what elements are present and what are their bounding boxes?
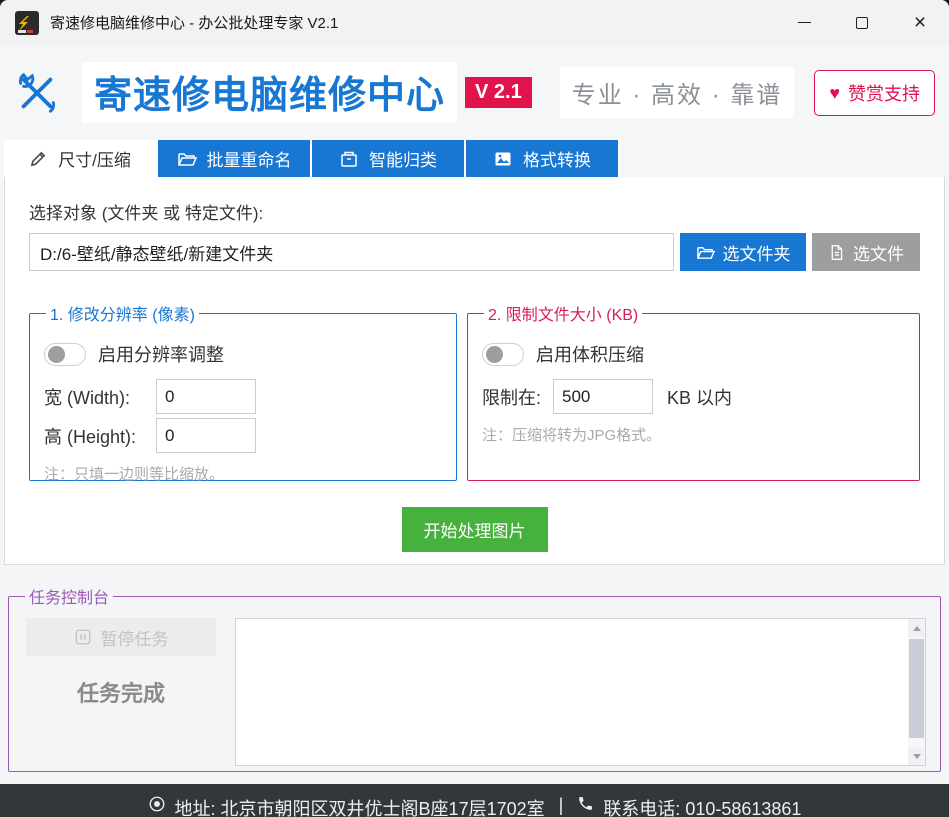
tab-bar: 尺寸/压缩 批量重命名 智能归类 格式转换: [0, 140, 949, 177]
maximize-icon: [856, 17, 868, 29]
folder-open-icon: [177, 149, 197, 169]
slogan-text: 专业 · 高效 · 靠谱: [572, 82, 783, 109]
donate-support-button[interactable]: ♥ 赞赏支持: [814, 70, 935, 116]
limit-suffix: KB 以内: [667, 384, 732, 410]
resolution-toggle[interactable]: [44, 343, 86, 366]
close-icon: ×: [914, 12, 926, 33]
log-scrollbar[interactable]: [908, 619, 925, 765]
slogan-chip: 专业 · 高效 · 靠谱: [560, 67, 795, 118]
tab-label: 智能归类: [369, 146, 437, 171]
path-input[interactable]: [29, 233, 674, 271]
archive-box-icon: [339, 149, 359, 169]
resolution-note: 注：只填一边则等比缩放。: [44, 463, 442, 484]
phone-icon: [577, 795, 594, 812]
heart-icon: ♥: [829, 84, 840, 102]
close-button[interactable]: ×: [891, 0, 949, 45]
brand-title: 寄速修电脑维修中心: [94, 75, 445, 117]
tab-size-compress[interactable]: 尺寸/压缩: [4, 140, 158, 177]
task-status-text: 任务完成: [77, 676, 165, 708]
filesize-toggle[interactable]: [482, 343, 524, 366]
toggle-knob: [48, 346, 65, 363]
window-title: 寄速修电脑维修中心 - 办公批处理专家 V2.1: [50, 12, 338, 33]
limit-input[interactable]: [553, 379, 653, 414]
file-icon: [828, 244, 845, 261]
limit-label: 限制在:: [482, 384, 541, 410]
choose-folder-label: 选文件夹: [723, 240, 791, 265]
task-console: 任务控制台 暂停任务 任务完成: [8, 584, 941, 772]
resolution-group: 1. 修改分辨率 (像素) 启用分辨率调整 宽 (Width): 高 (Heig…: [29, 301, 457, 481]
resolution-group-legend: 1. 修改分辨率 (像素): [46, 301, 199, 325]
scrollbar-down-button[interactable]: [908, 747, 925, 765]
version-badge: V 2.1: [465, 77, 532, 108]
tools-icon: [14, 70, 60, 116]
filesize-group-legend: 2. 限制文件大小 (KB): [484, 301, 642, 325]
toggle-knob: [486, 346, 503, 363]
folder-icon: [696, 243, 715, 262]
task-console-legend: 任务控制台: [25, 584, 113, 608]
filesize-group: 2. 限制文件大小 (KB) 启用体积压缩 限制在: KB 以内 注：压缩将转为…: [467, 301, 920, 481]
pause-task-label: 暂停任务: [101, 625, 169, 650]
app-logo-icon: [14, 10, 40, 36]
title-bar: 寄速修电脑维修中心 - 办公批处理专家 V2.1 ×: [0, 0, 949, 45]
height-label: 高 (Height):: [44, 423, 156, 449]
minimize-button[interactable]: [775, 0, 833, 45]
pause-icon: [74, 628, 92, 646]
scrollbar-up-button[interactable]: [908, 619, 925, 637]
app-header: 寄速修电脑维修中心 V 2.1 专业 · 高效 · 靠谱 ♥ 赞赏支持: [0, 45, 949, 140]
scroll-up-icon: [913, 626, 921, 631]
size-compress-panel: 选择对象 (文件夹 或 特定文件): 选文件夹 选文件 1. 修改分辨率 (像素…: [4, 177, 945, 565]
target-select-label: 选择对象 (文件夹 或 特定文件):: [29, 199, 920, 224]
height-input[interactable]: [156, 418, 256, 453]
width-input[interactable]: [156, 379, 256, 414]
task-log-text: [236, 619, 908, 765]
resolution-toggle-label: 启用分辨率调整: [98, 341, 224, 367]
footer-address: 地址: 北京市朝阳区双井优士阁B座17层1702室: [175, 795, 545, 817]
tab-label: 尺寸/压缩: [58, 146, 131, 171]
tab-label: 格式转换: [523, 146, 591, 171]
filesize-toggle-label: 启用体积压缩: [536, 341, 644, 367]
tab-format-convert[interactable]: 格式转换: [466, 140, 620, 177]
brand-chip: 寄速修电脑维修中心: [82, 62, 457, 123]
footer-phone: 联系电话: 010-58613861: [603, 795, 801, 817]
minimize-icon: [798, 22, 811, 23]
choose-folder-button[interactable]: 选文件夹: [680, 233, 806, 271]
image-icon: [493, 149, 513, 169]
scrollbar-thumb[interactable]: [909, 639, 924, 738]
choose-file-button[interactable]: 选文件: [812, 233, 920, 271]
footer-separator: |: [559, 795, 564, 817]
maximize-button[interactable]: [833, 0, 891, 45]
width-label: 宽 (Width):: [44, 384, 156, 410]
task-log-box[interactable]: [235, 618, 926, 766]
app-window: 寄速修电脑维修中心 - 办公批处理专家 V2.1 × 寄速修电脑维修中心 V 2…: [0, 0, 949, 817]
location-pin-icon: [148, 795, 166, 813]
scroll-down-icon: [913, 754, 921, 759]
tab-smart-classify[interactable]: 智能归类: [312, 140, 466, 177]
pencil-icon: [29, 149, 48, 168]
tab-batch-rename[interactable]: 批量重命名: [158, 140, 312, 177]
start-processing-button[interactable]: 开始处理图片: [402, 507, 548, 552]
choose-file-label: 选文件: [853, 240, 904, 265]
pause-task-button[interactable]: 暂停任务: [26, 618, 216, 656]
footer-bar: 地址: 北京市朝阳区双井优士阁B座17层1702室 | 联系电话: 010-58…: [0, 784, 949, 817]
donate-support-label: 赞赏支持: [848, 80, 920, 106]
tab-label: 批量重命名: [207, 146, 292, 171]
filesize-note: 注：压缩将转为JPG格式。: [482, 424, 905, 445]
